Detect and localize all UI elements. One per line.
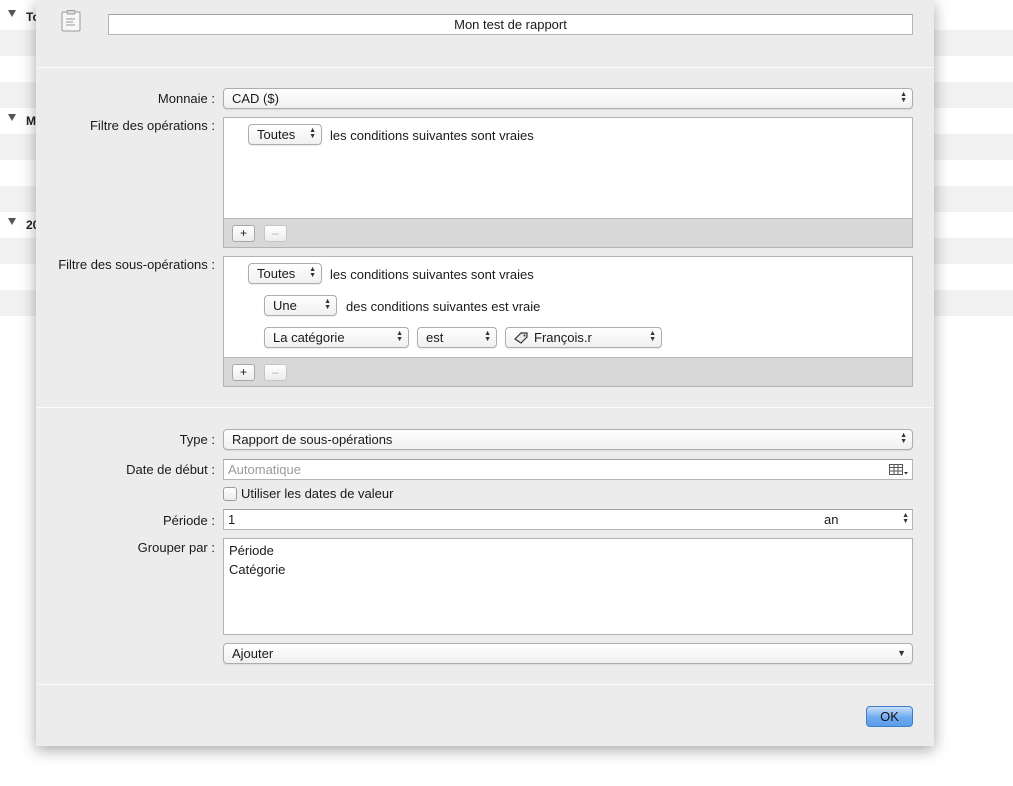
separator-top <box>36 67 934 68</box>
subop-add-button[interactable]: + <box>232 364 255 381</box>
op-add-button[interactable]: + <box>232 225 255 242</box>
tag-icon <box>514 332 530 347</box>
type-value: Rapport de sous-opérations <box>232 432 393 447</box>
popup-arrows-icon: ▲ ▼ <box>649 330 656 343</box>
popup-arrows-icon: ▲ ▼ <box>900 432 907 445</box>
op-match-value: Toutes <box>257 127 296 142</box>
subop-match-text: les conditions suivantes sont vraies <box>330 267 534 282</box>
separator-bottom <box>36 684 934 685</box>
subop-filter-label: Filtre des sous-opérations : <box>58 257 215 272</box>
subop-nested-popup[interactable]: Une ▲ ▼ <box>264 295 337 316</box>
popup-arrows-icon: ▲ ▼ <box>396 330 403 343</box>
subop-nested-text: des conditions suivantes est vraie <box>346 299 541 314</box>
subop-remove-button[interactable]: – <box>264 364 287 381</box>
currency-label: Monnaie : <box>157 91 215 106</box>
disclosure-triangle-icon <box>8 218 16 225</box>
popup-arrows-icon: ▲ ▼ <box>309 127 316 140</box>
report-icon <box>61 10 81 32</box>
period-label: Période : <box>162 513 215 528</box>
stepper-arrows-icon[interactable]: ▲ ▼ <box>902 512 909 525</box>
popup-arrows-icon: ▲ ▼ <box>484 330 491 343</box>
currency-popup[interactable]: CAD ($) ▲ ▼ <box>223 88 913 109</box>
criterion-field-value: La catégorie <box>273 330 345 345</box>
group-by-list[interactable]: Période Catégorie <box>223 538 913 635</box>
start-date-field[interactable]: Automatique <box>223 459 913 480</box>
group-by-item[interactable]: Période <box>229 541 907 560</box>
criterion-field-popup[interactable]: La catégorie ▲ ▼ <box>264 327 409 348</box>
report-name-text: Mon test de rapport <box>454 17 567 32</box>
ok-button[interactable]: OK <box>866 706 913 727</box>
separator-middle <box>36 407 934 408</box>
op-remove-button[interactable]: – <box>264 225 287 242</box>
op-filter-label: Filtre des opérations : <box>89 118 215 133</box>
op-match-popup[interactable]: Toutes ▲ ▼ <box>248 124 322 145</box>
group-by-label: Grouper par : <box>137 540 215 555</box>
chevron-down-icon: ▼ <box>897 648 906 658</box>
subop-nested-value: Une <box>273 298 297 313</box>
report-name-field[interactable]: Mon test de rapport <box>108 14 913 35</box>
popup-arrows-icon: ▲ ▼ <box>900 91 907 104</box>
period-unit[interactable]: an <box>824 512 838 527</box>
start-date-label: Date de début : <box>126 462 215 477</box>
criterion-value-popup[interactable]: François.r ▲ ▼ <box>505 327 662 348</box>
start-date-placeholder: Automatique <box>228 462 301 477</box>
criterion-operator-popup[interactable]: est ▲ ▼ <box>417 327 497 348</box>
op-filter-footer: + – <box>224 218 912 247</box>
period-field[interactable]: 1 an ▲ ▼ <box>223 509 913 530</box>
value-dates-checkbox[interactable] <box>223 487 237 501</box>
disclosure-triangle-icon <box>8 10 16 17</box>
op-match-text: les conditions suivantes sont vraies <box>330 128 534 143</box>
group-by-item[interactable]: Catégorie <box>229 560 907 579</box>
op-filter-editor: Toutes ▲ ▼ les conditions suivantes sont … <box>223 117 913 248</box>
type-label: Type : <box>179 432 215 447</box>
period-value: 1 <box>228 512 236 527</box>
criterion-operator-value: est <box>426 330 444 345</box>
subop-match-popup[interactable]: Toutes ▲ ▼ <box>248 263 322 284</box>
popup-arrows-icon: ▲ ▼ <box>309 266 316 279</box>
criterion-value-text: François.r <box>534 330 592 345</box>
popup-arrows-icon: ▲ ▼ <box>324 298 331 311</box>
report-settings-sheet: Mon test de rapport Monnaie : CAD ($) ▲ ▼… <box>36 0 934 746</box>
subop-filter-editor: Toutes ▲ ▼ les conditions suivantes sont … <box>223 256 913 387</box>
add-group-label: Ajouter <box>232 646 274 661</box>
calendar-icon[interactable] <box>889 463 909 479</box>
disclosure-triangle-icon <box>8 114 16 121</box>
type-popup[interactable]: Rapport de sous-opérations ▲ ▼ <box>223 429 913 450</box>
subop-filter-footer: + – <box>224 357 912 386</box>
subop-match-value: Toutes <box>257 266 296 281</box>
value-dates-label[interactable]: Utiliser les dates de valeur <box>241 486 393 501</box>
add-group-popup[interactable]: Ajouter ▼ <box>223 643 913 664</box>
currency-value: CAD ($) <box>232 91 279 106</box>
